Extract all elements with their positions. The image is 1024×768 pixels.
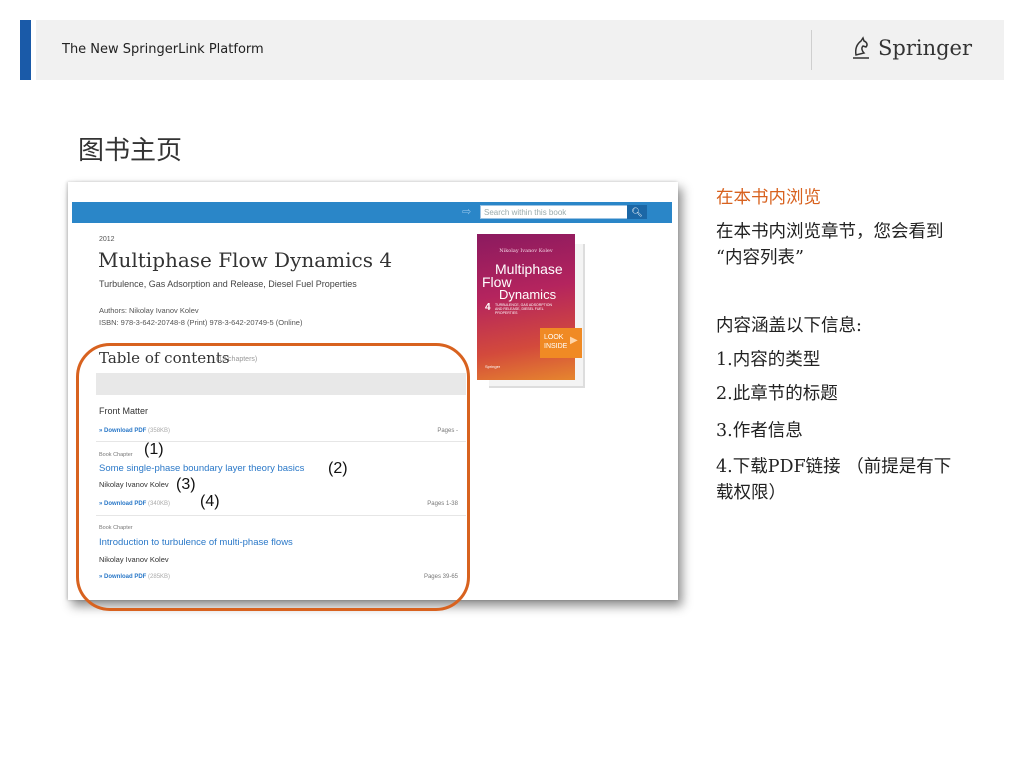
side-info-heading: 内容涵盖以下信息: — [716, 316, 862, 336]
side-list-item: 2.此章节的标题 — [716, 384, 838, 404]
springer-logo: Springer — [850, 33, 972, 63]
side-list-item: 载权限） — [716, 483, 786, 503]
side-list-item: 4.下载PDF链接 （前提是有下 — [716, 457, 952, 477]
page-title: 图书主页 — [78, 136, 183, 166]
book-authors: Authors: Nikolay Ivanov Kolev — [99, 306, 199, 315]
book-cover-image[interactable]: Nikolay Ivanov Kolev Multiphase Flow Dyn… — [477, 234, 575, 380]
brand-name: Springer — [878, 36, 973, 60]
arrow-right-icon: ⇨ — [462, 206, 472, 218]
cover-title-word: Dynamics — [499, 287, 557, 302]
side-description: “内容列表” — [716, 248, 804, 268]
book-title: Multiphase Flow Dynamics 4 — [98, 248, 393, 272]
cover-volume-number: 4 — [485, 302, 491, 313]
arrow-right-icon: ▶ — [570, 335, 578, 346]
toc-highlight-frame — [76, 343, 470, 611]
annotation-3: (3) — [176, 476, 196, 493]
side-description: 在本书内浏览章节，您会看到 — [716, 222, 944, 242]
book-year: 2012 — [99, 236, 115, 243]
side-heading: 在本书内浏览 — [716, 188, 821, 208]
cover-subtitle: TURBULENCE, GAS ADSORPTION AND RELEASE, … — [495, 303, 552, 315]
look-inside-button[interactable]: LOOK INSIDE ▶ — [540, 328, 582, 358]
annotation-4: (4) — [200, 493, 220, 510]
search-bar: ⇨ Search within this book 🔍︎ — [72, 202, 672, 223]
header-divider — [811, 30, 812, 70]
side-list-item: 1.内容的类型 — [716, 350, 821, 370]
cover-publisher: Springer — [485, 364, 501, 369]
side-list-item: 3.作者信息 — [716, 421, 803, 441]
header-accent-bar — [20, 20, 31, 80]
book-isbn: ISBN: 978-3-642-20748-8 (Print) 978-3-64… — [99, 318, 303, 327]
search-within-book-input[interactable]: Search within this book — [480, 205, 630, 219]
annotation-2: (2) — [328, 460, 348, 477]
springer-horse-icon — [853, 36, 869, 59]
annotation-1: (1) — [144, 441, 164, 458]
book-subtitle: Turbulence, Gas Adsorption and Release, … — [99, 279, 357, 289]
magnifier-icon[interactable]: 🔍︎ — [627, 205, 647, 219]
header-title: The New SpringerLink Platform — [62, 42, 264, 57]
cover-author: Nikolay Ivanov Kolev — [499, 248, 553, 254]
